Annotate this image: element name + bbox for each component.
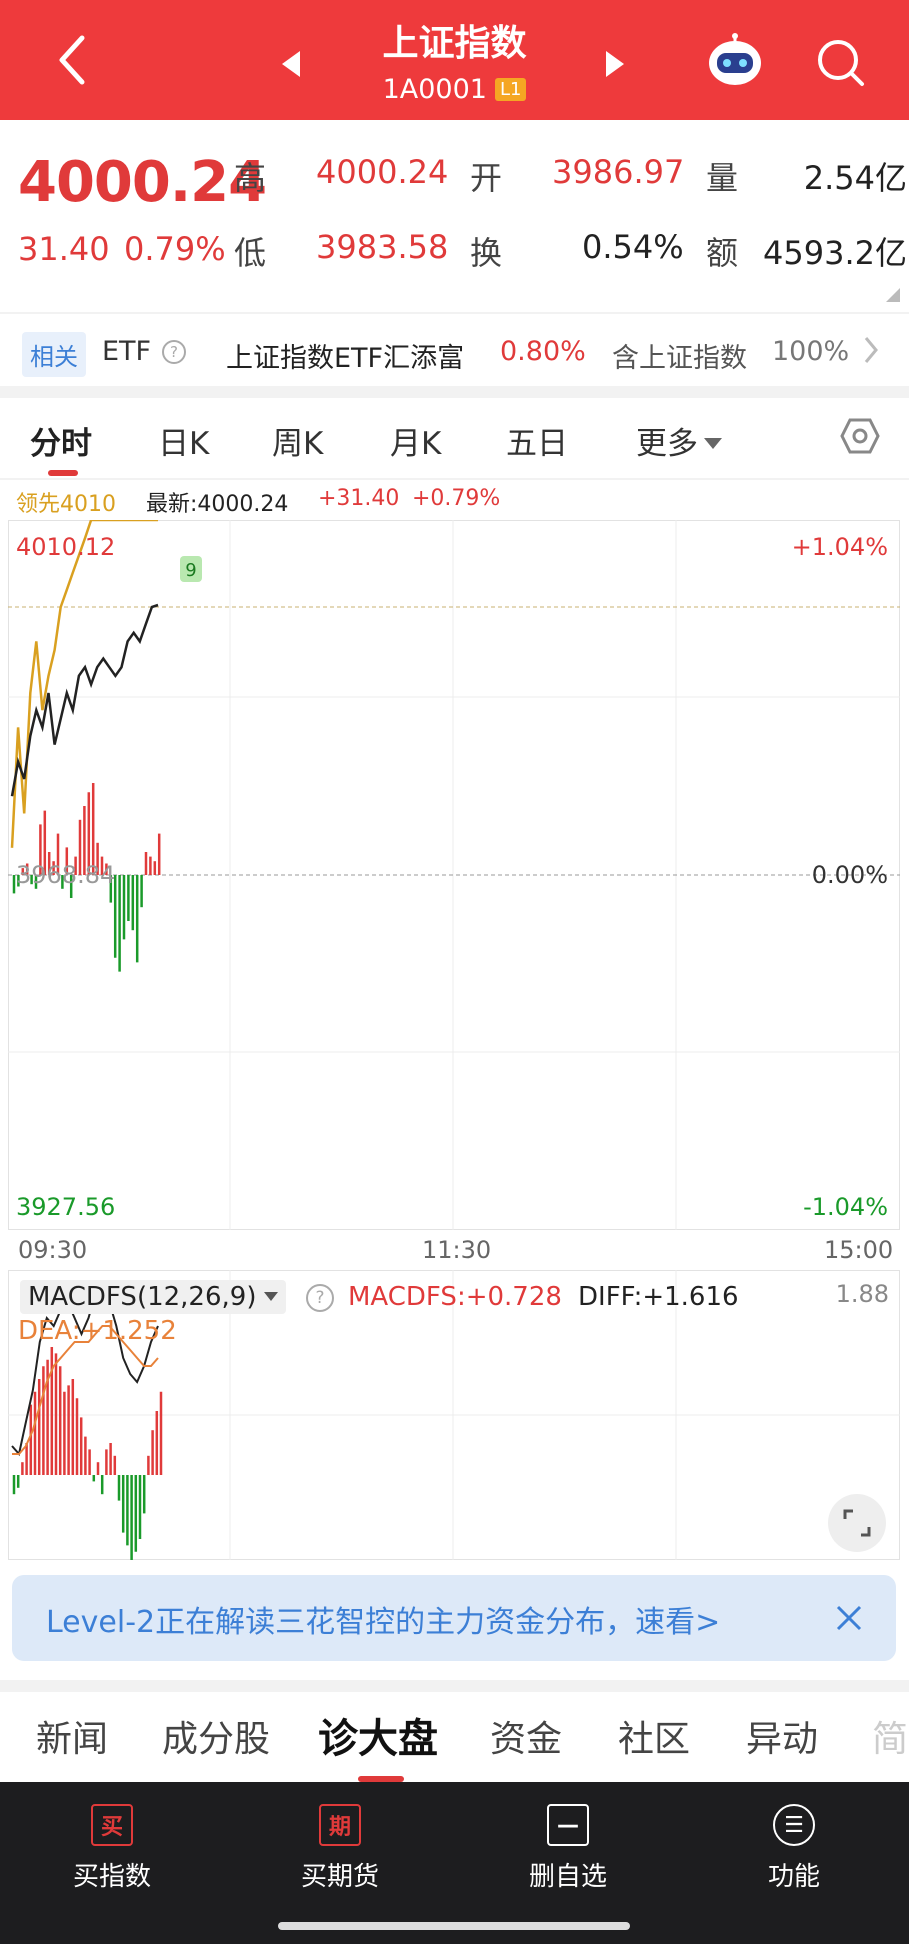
chevron-right-icon[interactable] xyxy=(862,334,880,373)
low-value: 3983.58 xyxy=(316,228,449,266)
active-tab-indicator xyxy=(48,470,78,476)
expand-corner-icon[interactable] xyxy=(886,288,900,302)
leader-series-line xyxy=(10,520,158,848)
tab-more-label: 更多 xyxy=(636,426,698,462)
open-label: 开 xyxy=(470,159,503,197)
etf-weight: 100% xyxy=(772,336,850,367)
macd-top-value: 1.88 xyxy=(835,1280,889,1308)
divider xyxy=(0,478,909,480)
top-bar: 上证指数 1A0001 L1 xyxy=(0,0,909,120)
remove-watchlist-button[interactable]: — 删自选 xyxy=(488,1804,648,1893)
chart-top-price: 4010.12 xyxy=(16,533,115,561)
tab-brief[interactable]: 简 xyxy=(872,1710,908,1762)
chart-period-tabs: 分时 日K 周K 月K 五日 更多 xyxy=(0,400,909,478)
help-circle-icon[interactable]: ? xyxy=(162,340,186,364)
current-price: 4000.24 xyxy=(18,150,267,215)
search-icon[interactable] xyxy=(812,34,868,90)
low-label: 低 xyxy=(234,234,267,272)
home-indicator xyxy=(278,1922,630,1930)
chart-bottom-price: 3927.56 xyxy=(16,1193,115,1221)
banner-text: Level-2正在解读三花智控的主力资金分布，速看> xyxy=(46,1605,721,1640)
buy-futures-button[interactable]: 期 买期货 xyxy=(260,1804,420,1893)
buy-futures-label: 买期货 xyxy=(300,1862,379,1892)
tab-more[interactable]: 更多 xyxy=(636,418,722,463)
functions-label: 功能 xyxy=(767,1862,820,1892)
tab-funds[interactable]: 资金 xyxy=(490,1710,562,1762)
etf-name: 上证指数ETF汇添富 xyxy=(226,343,465,374)
turnover-value: 0.54% xyxy=(582,228,684,266)
intraday-chart[interactable]: 4010.12 +1.04% 3968.84 0.00% 3927.56 -1.… xyxy=(8,520,900,1230)
tab-news[interactable]: 新闻 xyxy=(36,1710,108,1762)
buy-index-button[interactable]: 买 买指数 xyxy=(32,1804,192,1893)
amount-label: 额 xyxy=(706,234,739,272)
info-tabs: 新闻 成分股 诊大盘 资金 社区 异动 简 xyxy=(0,1690,909,1782)
buy-icon: 买 xyxy=(91,1804,133,1846)
macd-selector[interactable]: MACDFS(12,26,9) xyxy=(20,1280,287,1314)
bottom-action-bar: 买 买指数 期 买期货 — 删自选 ☰ 功能 xyxy=(0,1782,909,1944)
related-tag: 相关 xyxy=(22,332,86,377)
high-value: 4000.24 xyxy=(316,153,449,191)
help-circle-icon[interactable]: ? xyxy=(306,1284,334,1312)
futures-icon: 期 xyxy=(319,1804,361,1846)
tab-weekly-k[interactable]: 周K xyxy=(272,418,323,463)
page-title: 上证指数 xyxy=(382,23,527,64)
high-label: 高 xyxy=(234,159,267,197)
level-badge: L1 xyxy=(494,78,527,101)
caret-down-icon xyxy=(704,438,722,449)
level2-banner[interactable]: Level-2正在解读三花智控的主力资金分布，速看> xyxy=(12,1575,896,1661)
price-change-pct: 0.79% xyxy=(124,230,226,268)
chart-mid-price: 3968.84 xyxy=(16,861,115,889)
menu-icon: ☰ xyxy=(773,1804,815,1846)
index-code: 1A0001 L1 xyxy=(0,74,909,105)
latest-pct: +0.79% xyxy=(412,486,501,511)
divider xyxy=(0,386,909,398)
latest-change: +31.40 xyxy=(318,486,400,511)
time-start: 09:30 xyxy=(18,1236,88,1264)
code-text: 1A0001 xyxy=(382,74,487,105)
tab-anomaly[interactable]: 异动 xyxy=(746,1710,818,1762)
chart-bottom-pct: -1.04% xyxy=(803,1193,888,1221)
tab-intraday[interactable]: 分时 xyxy=(30,418,92,463)
amount-value: 4593.2亿 xyxy=(763,234,907,272)
time-end: 15:00 xyxy=(824,1236,894,1264)
tab-diagnosis[interactable]: 诊大盘 xyxy=(318,1706,438,1764)
macdfs-value: MACDFS:+0.728 xyxy=(348,1282,562,1312)
chart-mid-pct: 0.00% xyxy=(812,861,888,889)
tab-community[interactable]: 社区 xyxy=(618,1710,690,1762)
etf-label: ETF xyxy=(102,336,152,367)
tab-components[interactable]: 成分股 xyxy=(162,1710,270,1762)
tab-monthly-k[interactable]: 月K xyxy=(390,418,441,463)
time-mid: 11:30 xyxy=(422,1236,492,1264)
remove-watchlist-icon: — xyxy=(547,1804,589,1846)
settings-hexagon-icon[interactable] xyxy=(840,416,880,460)
leader-text: 领先4010 xyxy=(16,492,116,517)
volume-value: 2.54亿 xyxy=(803,159,907,197)
dea-value: DEA:+1.252 xyxy=(18,1316,177,1346)
remove-watchlist-label: 删自选 xyxy=(528,1862,607,1892)
robot-assistant-icon[interactable] xyxy=(704,30,766,92)
etf-contain: 含上证指数 xyxy=(612,343,747,374)
etf-pct: 0.80% xyxy=(500,336,586,367)
macd-name: MACDFS(12,26,9) xyxy=(28,1282,257,1312)
volume-label: 量 xyxy=(706,159,739,197)
chart-top-pct: +1.04% xyxy=(792,533,888,561)
diff-value: DIFF:+1.616 xyxy=(578,1282,739,1312)
turnover-label: 换 xyxy=(470,234,503,272)
expand-icon[interactable] xyxy=(828,1494,886,1552)
price-change: 31.40 xyxy=(18,230,110,268)
close-icon[interactable] xyxy=(834,1603,864,1637)
buy-index-label: 买指数 xyxy=(72,1862,151,1892)
latest-text: 最新:4000.24 xyxy=(146,492,289,517)
functions-button[interactable]: ☰ 功能 xyxy=(714,1804,874,1893)
tab-five-day[interactable]: 五日 xyxy=(506,418,568,463)
signal-marker-text: 9 xyxy=(185,560,196,581)
related-etf-row[interactable]: 相关 ETF ? 上证指数ETF汇添富 0.80% 含上证指数 100% xyxy=(0,320,909,384)
caret-down-icon xyxy=(264,1292,279,1301)
next-arrow-icon[interactable] xyxy=(600,46,630,82)
tab-daily-k[interactable]: 日K xyxy=(158,418,209,463)
price-series-line xyxy=(10,603,159,797)
open-value: 3986.97 xyxy=(552,153,685,191)
divider xyxy=(0,312,909,314)
